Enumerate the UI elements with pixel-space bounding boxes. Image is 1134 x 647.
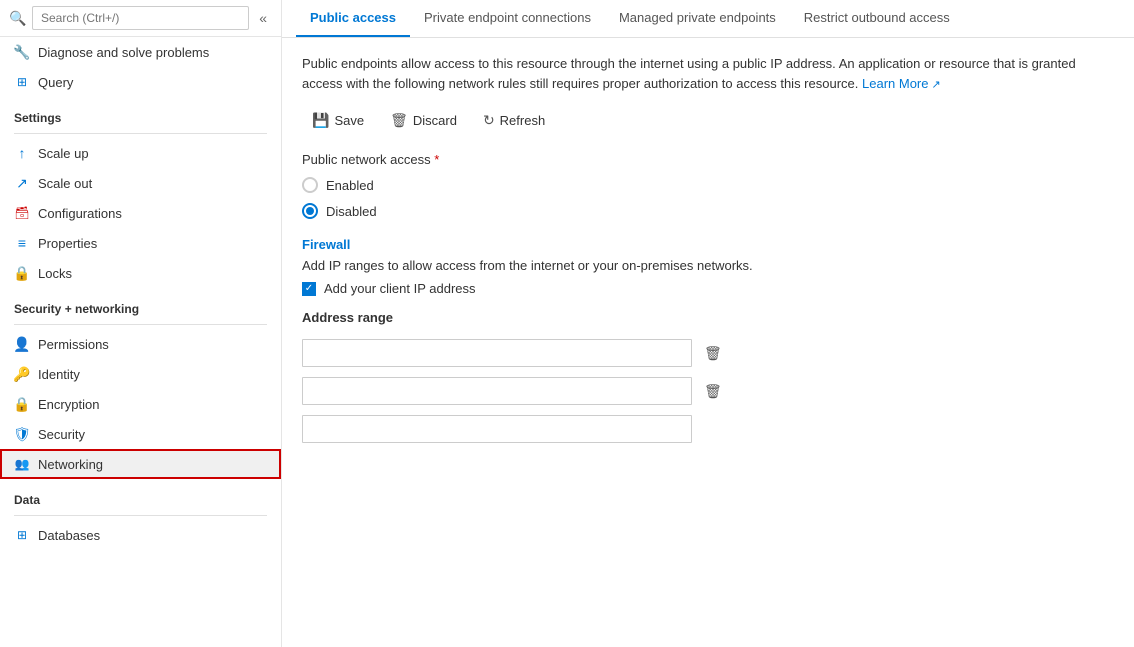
delete-address-1-button[interactable]: 🗑 xyxy=(700,343,726,364)
divider2 xyxy=(14,324,267,325)
tab-restrict-outbound[interactable]: Restrict outbound access xyxy=(790,0,964,37)
grid-icon: ⊞ xyxy=(14,74,30,90)
public-access-radio-group: Enabled Disabled xyxy=(302,177,1114,219)
scale-out-icon: ↗ xyxy=(14,175,30,191)
tabs-bar: Public access Private endpoint connectio… xyxy=(282,0,1134,38)
radio-enabled-label: Enabled xyxy=(326,178,374,193)
address-row-1: 🗑 xyxy=(302,339,1114,367)
sidebar: 🔍 « 🔧 Diagnose and solve problems ⊞ Quer… xyxy=(0,0,282,647)
tab-private-endpoint[interactable]: Private endpoint connections xyxy=(410,0,605,37)
tab-managed-private[interactable]: Managed private endpoints xyxy=(605,0,790,37)
main-content: Public access Private endpoint connectio… xyxy=(282,0,1134,647)
security-section-label: Security + networking xyxy=(0,288,281,320)
sidebar-item-label: Encryption xyxy=(38,397,99,412)
networking-icon: 👥 xyxy=(14,456,30,472)
trash-icon-1: 🗑 xyxy=(704,345,722,361)
sidebar-item-label: Properties xyxy=(38,236,97,251)
radio-enabled-circle xyxy=(302,177,318,193)
toolbar: 💾 Save 🗑 Discard ↻ Refresh xyxy=(302,107,1114,134)
trash-icon-2: 🗑 xyxy=(704,383,722,399)
discard-button[interactable]: 🗑 Discard xyxy=(380,107,467,134)
security-icon: 🛡 xyxy=(14,426,30,442)
settings-section-label: Settings xyxy=(0,97,281,129)
sidebar-search-container: 🔍 « xyxy=(0,0,281,37)
data-section-label: Data xyxy=(0,479,281,511)
address-input-2[interactable] xyxy=(302,377,692,405)
sidebar-item-scale-out[interactable]: ↗ Scale out xyxy=(0,168,281,198)
sidebar-item-permissions[interactable]: 👤 Permissions xyxy=(0,329,281,359)
sidebar-item-label: Networking xyxy=(38,457,103,472)
sidebar-item-label: Identity xyxy=(38,367,80,382)
checkbox-icon xyxy=(302,282,316,296)
lock-icon: 🔒 xyxy=(14,265,30,281)
search-input[interactable] xyxy=(32,6,249,30)
refresh-button[interactable]: ↻ Refresh xyxy=(473,107,555,134)
address-input-3[interactable] xyxy=(302,415,692,443)
address-input-1[interactable] xyxy=(302,339,692,367)
sidebar-item-encryption[interactable]: 🔒 Encryption xyxy=(0,389,281,419)
config-icon: 🗃 xyxy=(14,205,30,221)
address-row-3 xyxy=(302,415,1114,443)
scale-up-icon: ↑ xyxy=(14,145,30,161)
wrench-icon: 🔧 xyxy=(14,44,30,60)
content-area: Public endpoints allow access to this re… xyxy=(282,38,1134,647)
address-range-title: Address range xyxy=(302,310,1114,325)
sidebar-item-label: Databases xyxy=(38,528,100,543)
identity-icon: 🔑 xyxy=(14,366,30,382)
radio-disabled-circle xyxy=(302,203,318,219)
sidebar-item-label: Locks xyxy=(38,266,72,281)
firewall-desc: Add IP ranges to allow access from the i… xyxy=(302,258,822,273)
info-text: Public endpoints allow access to this re… xyxy=(302,54,1082,93)
sidebar-item-databases[interactable]: ⊞ Databases xyxy=(0,520,281,550)
refresh-icon: ↻ xyxy=(483,112,495,129)
permissions-icon: 👤 xyxy=(14,336,30,352)
firewall-section-title: Firewall xyxy=(302,237,1114,252)
sidebar-item-query[interactable]: ⊞ Query xyxy=(0,67,281,97)
sidebar-item-security[interactable]: 🛡 Security xyxy=(0,419,281,449)
radio-disabled-label: Disabled xyxy=(326,204,377,219)
sidebar-item-scale-up[interactable]: ↑ Scale up xyxy=(0,138,281,168)
address-row-2: 🗑 xyxy=(302,377,1114,405)
add-client-ip-label: Add your client IP address xyxy=(324,281,476,296)
databases-icon: ⊞ xyxy=(14,527,30,543)
sidebar-item-label: Query xyxy=(38,75,73,90)
save-icon: 💾 xyxy=(312,112,329,129)
delete-address-2-button[interactable]: 🗑 xyxy=(700,381,726,402)
learn-more-link[interactable]: Learn More xyxy=(862,76,941,91)
sidebar-item-label: Diagnose and solve problems xyxy=(38,45,209,60)
properties-icon: ≡ xyxy=(14,235,30,251)
search-icon: 🔍 xyxy=(10,10,26,26)
radio-disabled[interactable]: Disabled xyxy=(302,203,1114,219)
sidebar-item-identity[interactable]: 🔑 Identity xyxy=(0,359,281,389)
required-star: * xyxy=(434,152,439,167)
divider3 xyxy=(14,515,267,516)
sidebar-item-locks[interactable]: 🔒 Locks xyxy=(0,258,281,288)
public-network-access-label: Public network access * xyxy=(302,152,1114,167)
tab-public-access[interactable]: Public access xyxy=(296,0,410,37)
sidebar-item-label: Security xyxy=(38,427,85,442)
sidebar-item-label: Scale out xyxy=(38,176,92,191)
sidebar-item-diagnose[interactable]: 🔧 Diagnose and solve problems xyxy=(0,37,281,67)
sidebar-item-label: Scale up xyxy=(38,146,89,161)
collapse-sidebar-button[interactable]: « xyxy=(255,8,271,28)
sidebar-item-networking[interactable]: 👥 Networking xyxy=(0,449,281,479)
divider xyxy=(14,133,267,134)
discard-icon: 🗑 xyxy=(390,112,408,129)
sidebar-item-configurations[interactable]: 🗃 Configurations xyxy=(0,198,281,228)
encryption-icon: 🔒 xyxy=(14,396,30,412)
sidebar-item-label: Configurations xyxy=(38,206,122,221)
sidebar-item-properties[interactable]: ≡ Properties xyxy=(0,228,281,258)
sidebar-item-label: Permissions xyxy=(38,337,109,352)
save-button[interactable]: 💾 Save xyxy=(302,107,374,134)
add-client-ip-checkbox[interactable]: Add your client IP address xyxy=(302,281,1114,296)
radio-enabled[interactable]: Enabled xyxy=(302,177,1114,193)
